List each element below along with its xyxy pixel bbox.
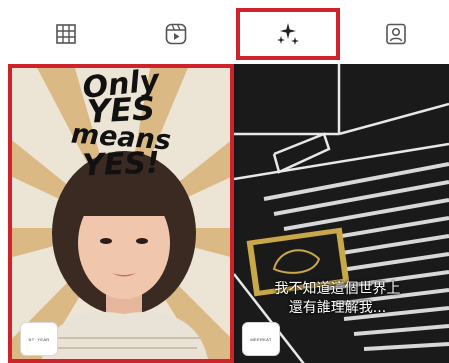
grid-item-effect-2[interactable]: 我不知道這個世界上 還有誰理解我... MEERKAT bbox=[234, 64, 449, 363]
reels-icon bbox=[164, 22, 188, 46]
effect-subtitle-line: 還有誰理解我... bbox=[288, 300, 387, 316]
effects-sparkle-icon bbox=[275, 21, 301, 47]
tab-grid[interactable] bbox=[20, 8, 112, 60]
tagged-person-icon bbox=[384, 22, 408, 46]
tab-tagged[interactable] bbox=[350, 8, 442, 60]
effects-grid: Only YES means YES! NT· YEAR 我不知道這個世界上 還… bbox=[0, 64, 449, 363]
grid-icon bbox=[55, 23, 77, 45]
effect-subtitle-line: 我不知道這個世界上 bbox=[274, 281, 401, 297]
creator-avatar: MEERKAT bbox=[242, 322, 280, 356]
tab-effects[interactable] bbox=[236, 8, 340, 60]
effect-preview-image bbox=[234, 64, 449, 363]
creator-avatar: NT· YEAR bbox=[20, 322, 58, 356]
tab-reels[interactable] bbox=[130, 8, 222, 60]
grid-item-effect-1[interactable]: Only YES means YES! NT· YEAR bbox=[8, 64, 234, 363]
profile-tab-bar bbox=[0, 0, 449, 64]
